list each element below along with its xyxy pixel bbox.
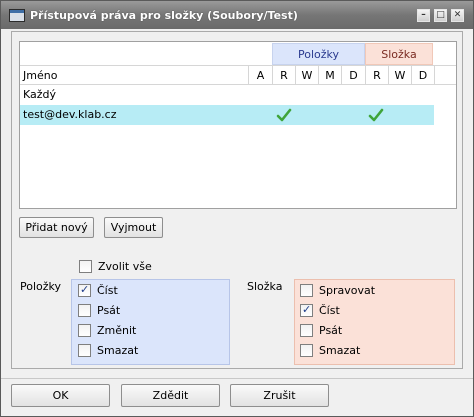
column-items-r[interactable]: R: [272, 66, 295, 85]
minimize-button[interactable]: –: [417, 9, 430, 22]
folder-delete-checkbox[interactable]: [300, 344, 313, 357]
column-items-d[interactable]: D: [341, 66, 365, 85]
close-icon: ✕: [453, 10, 462, 20]
maximize-icon: □: [436, 10, 445, 20]
window-icon: [9, 9, 25, 22]
folder-write-checkbox[interactable]: [300, 324, 313, 337]
column-filler: [434, 66, 456, 85]
items-modify-checkbox[interactable]: [78, 324, 91, 337]
maximize-button[interactable]: □: [434, 9, 447, 22]
green-check-icon[interactable]: [276, 107, 292, 123]
remove-button[interactable]: Vyjmout: [104, 217, 163, 238]
folder-delete-label: Smazat: [319, 344, 361, 357]
close-button[interactable]: ✕: [451, 9, 464, 22]
select-all-label: Zvolit vše: [98, 260, 152, 273]
items-delete-label: Smazat: [97, 344, 139, 357]
column-folder-w[interactable]: W: [388, 66, 411, 85]
title-bar[interactable]: Přístupová práva pro složky (Soubory/Tes…: [1, 1, 473, 29]
column-name[interactable]: Jméno: [20, 66, 248, 85]
select-all-checkbox[interactable]: [79, 260, 92, 273]
items-permissions-panel: [71, 279, 230, 365]
items-read-label: Číst: [97, 284, 118, 297]
permissions-dialog: Přístupová práva pro složky (Soubory/Tes…: [0, 0, 474, 417]
folder-write-label: Psát: [319, 324, 343, 337]
row-name: Každý: [23, 88, 57, 101]
table-row-selected[interactable]: test@dev.klab.cz: [20, 105, 434, 125]
row-name: test@dev.klab.cz: [23, 108, 117, 121]
table-row[interactable]: Každý: [20, 85, 434, 105]
items-group-header: Položky: [272, 43, 365, 65]
folder-section-label: Složka: [247, 280, 283, 293]
items-delete-checkbox[interactable]: [78, 344, 91, 357]
column-a[interactable]: A: [248, 66, 272, 85]
items-modify-label: Změnit: [97, 324, 137, 337]
green-check-icon[interactable]: [368, 107, 384, 123]
items-write-label: Psát: [97, 304, 121, 317]
folder-manage-checkbox[interactable]: [300, 284, 313, 297]
ok-button[interactable]: OK: [11, 384, 110, 407]
column-items-m[interactable]: M: [318, 66, 341, 85]
folder-read-label: Číst: [319, 304, 340, 317]
window-title: Přístupová práva pro složky (Soubory/Tes…: [30, 9, 298, 22]
folder-read-checkbox[interactable]: [300, 303, 313, 317]
folder-manage-label: Spravovat: [319, 284, 376, 297]
folder-group-header: Složka: [365, 43, 433, 65]
cancel-button[interactable]: Zrušit: [230, 384, 329, 407]
column-folder-d[interactable]: D: [411, 66, 434, 85]
items-write-checkbox[interactable]: [78, 304, 91, 317]
items-read-checkbox[interactable]: [78, 283, 91, 297]
column-folder-r[interactable]: R: [365, 66, 388, 85]
add-new-button[interactable]: Přidat nový: [19, 217, 94, 238]
minimize-icon: –: [421, 10, 426, 20]
items-section-label: Položky: [20, 280, 62, 293]
grid-column-headers: Jméno A R W M D R W D: [20, 65, 456, 85]
inherit-button[interactable]: Zdědit: [121, 384, 220, 407]
column-items-w[interactable]: W: [295, 66, 318, 85]
